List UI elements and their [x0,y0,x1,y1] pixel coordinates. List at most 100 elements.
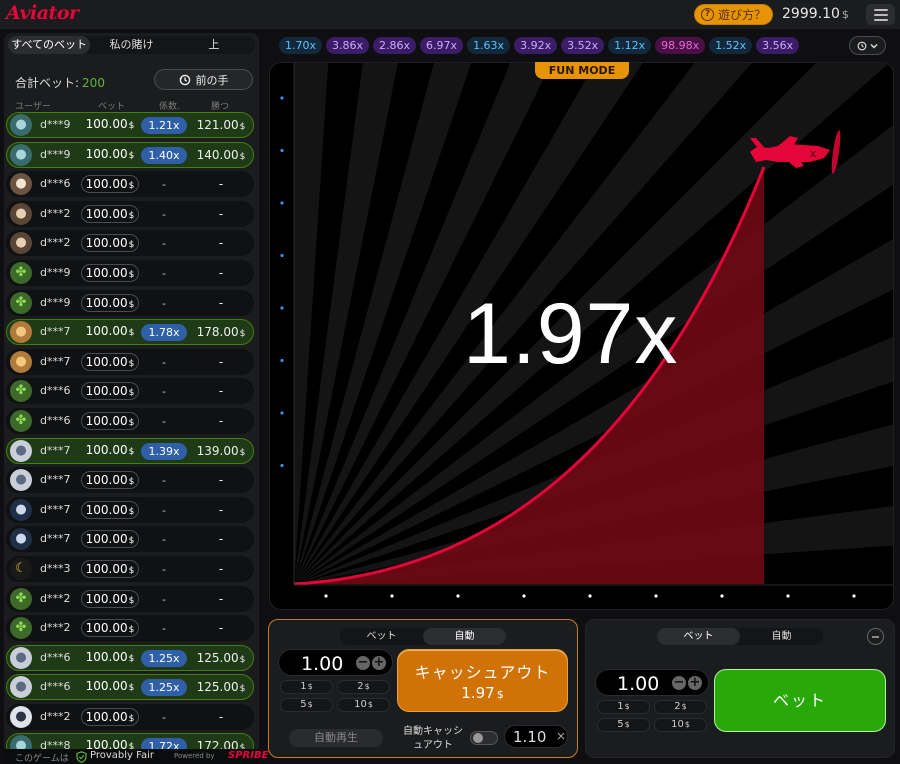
history-multiplier[interactable]: 98.98x [655,37,706,54]
tab-top[interactable]: 上 [173,36,255,54]
bet-amount-value-2: 1.00 [617,673,660,695]
provably-fair-link[interactable]: Provably Fair [90,750,154,761]
avatar: ● [10,350,32,373]
history-multiplier[interactable]: 1.70x [279,37,323,54]
bet-coefficient: - [162,296,166,310]
bet-user: d***2 [40,236,71,250]
cashout-button[interactable]: キャッシュアウト 1.97 $ [397,649,568,712]
total-bets-value: 200 [82,76,105,90]
avatar: ☾ [10,557,32,580]
avatar: ● [10,676,32,699]
bet-win-value: - [218,177,224,192]
bet-amount-value: 100.00 [85,679,128,694]
bet-coefficient: - [162,414,166,428]
tab-bet[interactable]: ベット [657,628,740,645]
bet-user: d***2 [40,621,71,635]
bet-win: - [187,621,255,635]
bet-amount-currency: $ [128,477,135,488]
plus-icon[interactable]: + [688,676,702,690]
bet-amount-stepper-1[interactable]: 1.00 − + [278,649,393,676]
x-axis-dots [324,594,856,598]
bet-amount-currency: $ [128,240,135,251]
quick-bet-1-a[interactable]: 1$ [280,680,333,694]
bet-amount-currency: $ [128,121,135,131]
quick-bet-2-c[interactable]: 5$ [597,718,650,732]
bet-row: ● d***7 100.00$ - - [6,526,254,553]
bet-coefficient: - [162,355,166,369]
bet-row: ● d***7 100.00$ 1.78x 178.00$ [6,319,254,346]
avatar: ● [10,469,32,492]
footer-prefix: このゲームは [15,754,69,764]
aviator-logo[interactable]: Aviator [6,2,79,24]
tab-all-bets[interactable]: すべてのベット [8,36,91,54]
history-toggle-button[interactable] [849,36,886,55]
quick-bet-1-b[interactable]: 2$ [337,680,390,694]
avatar: ● [10,232,32,255]
how-to-play-button[interactable]: ? 遊び方？ [694,4,773,25]
bet-amount: 100.00$ [81,707,139,726]
chevron-down-icon [870,43,878,49]
bet-user: d***3 [40,561,71,575]
bet-amount-value: 100.00 [85,117,128,131]
bet-row: ● d***6 100.00$ - - [6,171,254,198]
tab-bet[interactable]: ベット [340,628,423,645]
history-multiplier[interactable]: 1.12x [608,37,652,54]
plus-icon[interactable]: + [372,656,386,670]
bet-user: d***6 [40,384,71,398]
avatar: ✤ [10,409,32,432]
bet-win: 121.00$ [187,118,255,132]
provably-fair-footer: このゲームは Provably Fair Powered by SPRIBE [4,749,268,764]
previous-hand-button[interactable]: 前の手 [154,69,253,90]
history-multiplier[interactable]: 3.52x [561,37,605,54]
tab-my-bets[interactable]: 私の賭け [90,36,172,54]
avatar: ● [10,528,32,551]
bet-amount: 100.00$ [81,175,139,194]
bet-win: - [187,592,255,606]
bet-coefficient: - [162,562,166,576]
history-multiplier[interactable]: 6.97x [420,37,464,54]
history-multiplier[interactable]: 3.92x [514,37,558,54]
bet-amount-stepper-2[interactable]: 1.00 − + [595,669,709,696]
tab-auto[interactable]: 自動 [740,628,823,645]
bet-coefficient: 1.78x [141,324,187,342]
bet-button[interactable]: ベット [714,669,886,732]
quick-bet-1-d[interactable]: 10$ [337,698,390,712]
remove-panel-icon[interactable] [867,628,884,645]
history-multiplier[interactable]: 3.86x [326,37,370,54]
bet-amount-currency: $ [128,299,135,310]
column-coef: 係数. [159,102,180,112]
bet-coefficient: 1.21x [141,117,187,134]
bet-row: ● d***6 100.00$ 1.25x 125.00$ [6,674,254,701]
bet-win-value: - [218,295,224,310]
powered-by-label: Powered by [174,752,215,760]
bet-coefficient: - [162,237,166,251]
auto-cashout-input[interactable]: 1.10 × [504,725,568,748]
bet-win-value: 140.00 [196,147,239,162]
quick-bet-2-d[interactable]: 10$ [654,718,707,732]
bet-win: - [187,414,255,428]
quick-bet-2-a[interactable]: 1$ [597,700,650,714]
tab-auto[interactable]: 自動 [423,628,506,645]
history-multiplier[interactable]: 2.86x [373,37,417,54]
history-multiplier[interactable]: 3.56x [756,37,800,54]
avatar: ● [10,439,32,462]
minus-icon[interactable]: − [672,676,686,690]
bet-win-value: - [218,561,224,576]
bet-amount-currency: $ [128,446,135,457]
minus-icon[interactable]: − [356,656,370,670]
hamburger-menu-icon[interactable] [866,4,895,25]
autoplay-button[interactable]: 自動再生 [289,729,383,747]
history-multiplier[interactable]: 1.63x [467,37,511,54]
bet-win-value: - [218,265,224,280]
quick-bet-2-b[interactable]: 2$ [654,700,707,714]
quick-bet-1-c[interactable]: 5$ [280,698,333,712]
balance-currency: $ [841,8,849,21]
bet-win: - [187,473,255,487]
close-icon[interactable]: × [556,729,566,743]
auto-cashout-toggle[interactable] [470,731,498,745]
auto-cashout-label: 自動キャッシュアウト [403,726,463,751]
history-multiplier[interactable]: 1.52x [709,37,753,54]
bet-user: d***6 [40,413,71,427]
bet-win: - [187,207,255,221]
bet-amount-currency: $ [128,181,135,192]
